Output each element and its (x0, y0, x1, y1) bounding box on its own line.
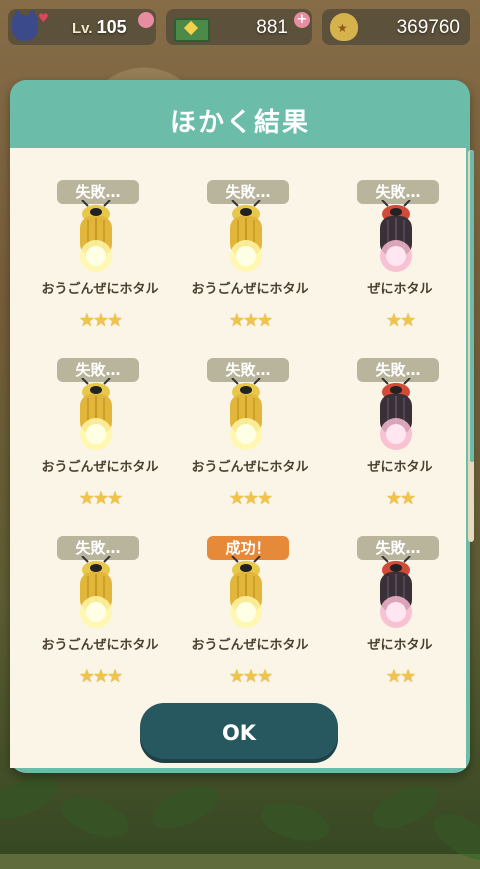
result-cell: 失敗… ぜにホタル ★★ (320, 148, 466, 331)
rarity-stars: ★★★ (78, 666, 123, 687)
player-level-panel[interactable]: ♥ Lv. 105 (8, 9, 156, 45)
add-tickets-icon[interactable]: + (294, 12, 310, 28)
bug-name: おうごんぜにホタル (191, 282, 309, 297)
player-avatar-icon (12, 9, 38, 41)
rarity-stars: ★★ (385, 666, 416, 687)
leaf-ticket-panel[interactable]: 881 + (166, 9, 312, 45)
bells-count: 369760 (396, 17, 460, 38)
ok-button[interactable]: OK (140, 703, 338, 763)
result-cell: 失敗… おうごんぜにホタル ★★★ (20, 504, 170, 687)
results-scrollbar[interactable] (468, 150, 474, 542)
golden-firefly-icon (216, 199, 276, 272)
golden-firefly-icon (216, 555, 276, 628)
golden-firefly-icon (66, 555, 126, 628)
result-cell: 失敗… おうごんぜにホタル ★★★ (20, 326, 170, 509)
result-cell: 失敗… おうごんぜにホタル ★★★ (170, 326, 320, 509)
golden-firefly-icon (66, 377, 126, 450)
heart-icon: ♥ (38, 11, 49, 25)
golden-firefly-icon (66, 199, 126, 272)
dialog-title: ほかく結果 (169, 108, 310, 138)
bells-bag-icon (330, 13, 358, 41)
red-firefly-icon (366, 555, 426, 628)
leaf-ticket-icon (174, 18, 210, 42)
bug-name: おうごんぜにホタル (191, 638, 309, 653)
result-cell: 失敗… ぜにホタル ★★ (320, 504, 466, 687)
level-display: Lv. 105 (72, 17, 127, 37)
result-cell: 失敗… ぜにホタル ★★ (320, 326, 466, 509)
magnify-icon[interactable] (138, 12, 154, 28)
scrollbar-thumb[interactable] (470, 150, 474, 462)
bug-name: ぜにホタル (367, 460, 433, 475)
bug-name: おうごんぜにホタル (41, 638, 159, 653)
red-firefly-icon (366, 199, 426, 272)
red-firefly-icon (366, 377, 426, 450)
result-cell: 失敗… おうごんぜにホタル ★★★ (170, 148, 320, 331)
result-cell: 成功！ おうごんぜにホタル ★★★ (170, 504, 320, 687)
bug-name: おうごんぜにホタル (41, 282, 159, 297)
bug-name: おうごんぜにホタル (41, 460, 159, 475)
bug-name: おうごんぜにホタル (191, 460, 309, 475)
bug-name: ぜにホタル (367, 638, 433, 653)
results-list[interactable]: 失敗… おうごんぜにホタル ★★★ 失敗… おうごんぜにホタル ★★★ 失敗… ぜにホタ… (10, 148, 466, 768)
rarity-stars: ★★★ (228, 666, 273, 687)
capture-results-dialog: ほかく結果 失敗… おうごんぜにホタル ★★★ 失敗… おうごんぜにホタル ★★★ 失敗… (10, 80, 474, 773)
leaf-ticket-count: 881 (256, 17, 288, 38)
result-cell: 失敗… おうごんぜにホタル ★★★ (20, 148, 170, 331)
bug-name: ぜにホタル (367, 282, 433, 297)
bells-panel: 369760 (322, 9, 470, 45)
golden-firefly-icon (216, 377, 276, 450)
